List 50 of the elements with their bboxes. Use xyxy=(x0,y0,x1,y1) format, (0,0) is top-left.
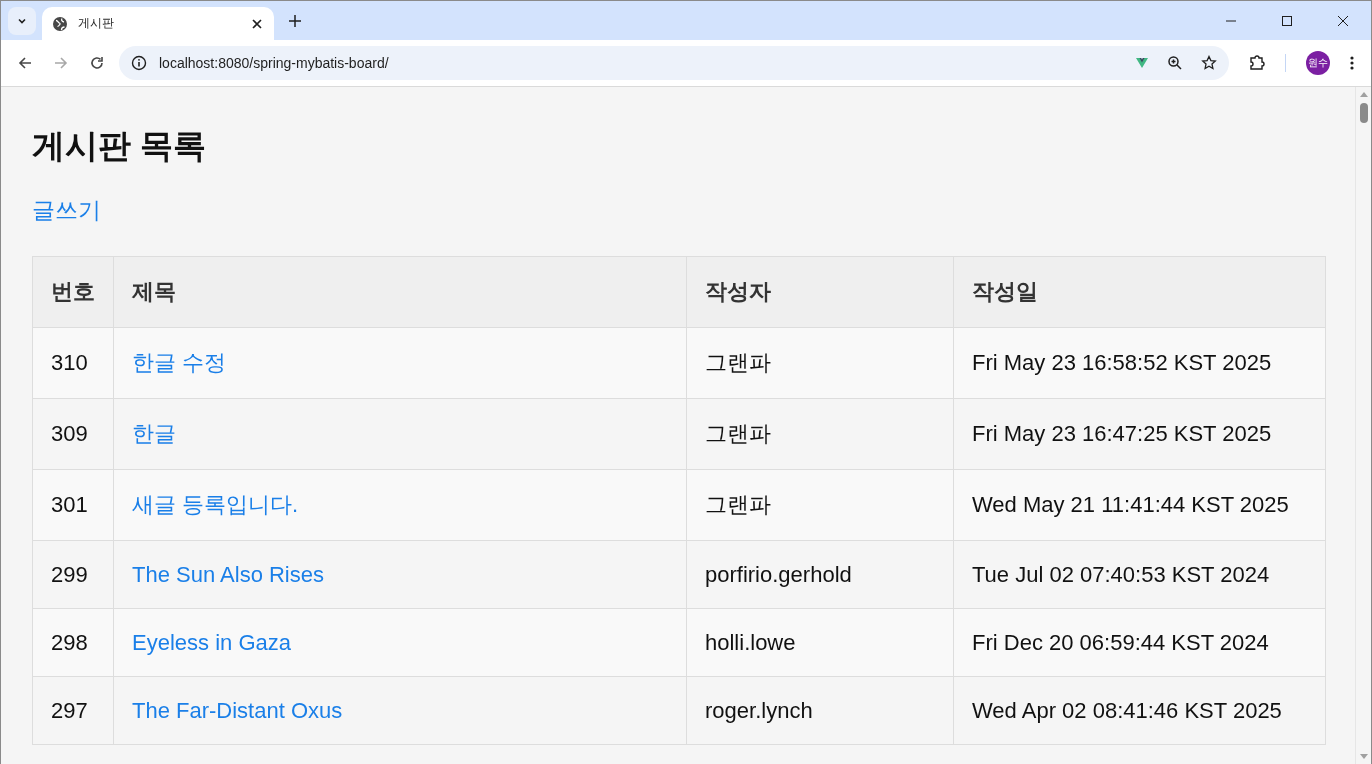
table-cell: 310 xyxy=(32,327,114,399)
menu-icon[interactable] xyxy=(1350,55,1354,71)
scrollbar[interactable] xyxy=(1355,87,1371,764)
table-cell: 그랜파 xyxy=(686,469,954,541)
table-cell: roger.lynch xyxy=(686,676,954,745)
table-cell: Fri May 23 16:58:52 KST 2025 xyxy=(953,327,1326,399)
post-title-link[interactable]: 새글 등록입니다. xyxy=(132,492,299,517)
table-cell: Fri May 23 16:47:25 KST 2025 xyxy=(953,398,1326,470)
table-cell: 297 xyxy=(32,676,114,745)
maximize-icon[interactable] xyxy=(1281,14,1293,27)
new-tab-icon[interactable] xyxy=(288,13,302,28)
info-icon[interactable] xyxy=(131,55,147,71)
zoom-icon[interactable] xyxy=(1167,55,1183,71)
column-header: 작성자 xyxy=(686,256,954,328)
browser-tab[interactable]: 게시판 xyxy=(42,7,274,40)
table-cell: 309 xyxy=(32,398,114,470)
page-title: 게시판 목록 xyxy=(32,126,208,166)
profile-avatar[interactable]: 원수 xyxy=(1306,51,1330,75)
table-cell: 그랜파 xyxy=(686,398,954,470)
url-text: localhost:8080/spring-mybatis-board/ xyxy=(159,55,389,71)
extension-logo-icon[interactable] xyxy=(1135,57,1149,69)
puzzle-icon[interactable] xyxy=(1249,55,1265,71)
table-cell: 299 xyxy=(32,540,114,609)
address-bar[interactable]: localhost:8080/spring-mybatis-board/ xyxy=(119,46,1229,80)
globe-icon xyxy=(52,15,68,32)
table-cell: 298 xyxy=(32,608,114,677)
table-cell: porfirio.gerhold xyxy=(686,540,954,609)
star-icon[interactable] xyxy=(1201,55,1217,71)
table-cell: Fri Dec 20 06:59:44 KST 2024 xyxy=(953,608,1326,677)
table-cell: 301 xyxy=(32,469,114,541)
table-cell: Tue Jul 02 07:40:53 KST 2024 xyxy=(953,540,1326,609)
reload-icon[interactable] xyxy=(89,55,105,71)
post-title-link[interactable]: 한글 수정 xyxy=(132,350,227,375)
column-header: 제목 xyxy=(113,256,687,328)
table-cell: 그랜파 xyxy=(686,327,954,399)
column-header: 작성일 xyxy=(953,256,1326,328)
close-window-icon[interactable] xyxy=(1337,14,1349,27)
column-header: 번호 xyxy=(32,256,114,328)
post-title-link[interactable]: 한글 xyxy=(132,421,176,446)
post-title-link[interactable]: Eyeless in Gaza xyxy=(132,629,291,655)
back-arrow-icon[interactable] xyxy=(17,55,33,71)
scrollbar-thumb[interactable] xyxy=(1359,103,1368,123)
table-cell: holli.lowe xyxy=(686,608,954,677)
post-title-link[interactable]: The Sun Also Rises xyxy=(132,561,324,587)
table-cell: Wed Apr 02 08:41:46 KST 2025 xyxy=(953,676,1326,745)
close-icon[interactable] xyxy=(250,16,264,31)
table-cell: Wed May 21 11:41:44 KST 2025 xyxy=(953,469,1326,541)
tab-title: 게시판 xyxy=(78,15,115,32)
write-link[interactable]: 글쓰기 xyxy=(32,195,101,226)
post-title-link[interactable]: The Far-Distant Oxus xyxy=(132,697,343,723)
